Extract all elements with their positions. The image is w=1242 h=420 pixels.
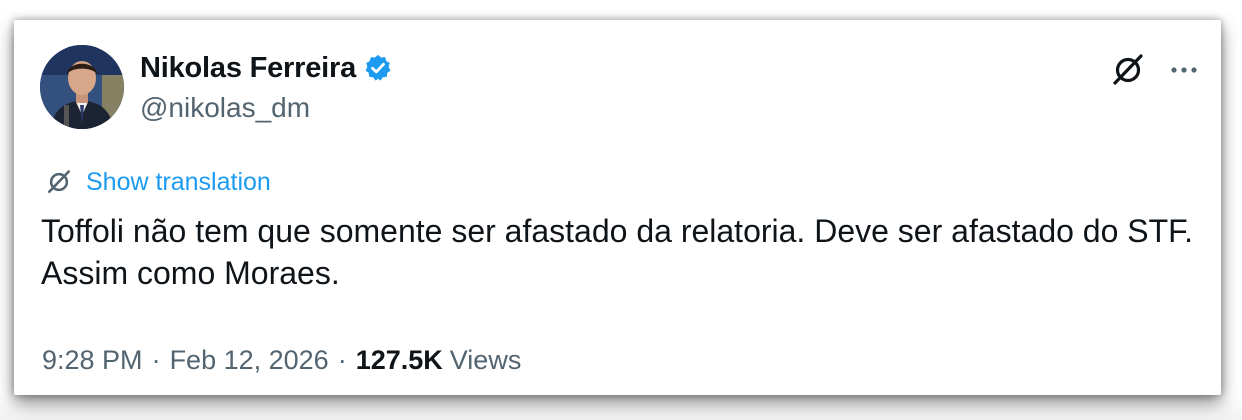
views-count: 127.5K <box>355 344 443 375</box>
tweet-card: Nikolas Ferreira @nikolas_dm Show transl… <box>14 20 1221 395</box>
show-translation-label: Show translation <box>86 167 271 196</box>
tweet-time[interactable]: 9:28 PM <box>42 345 143 376</box>
views-label: Views <box>449 344 522 375</box>
show-translation-link[interactable]: Show translation <box>44 165 271 199</box>
grok-icon <box>1113 54 1143 85</box>
avatar-photo <box>40 45 124 129</box>
author-name-row: Nikolas Ferreira <box>140 50 393 86</box>
author-handle[interactable]: @nikolas_dm <box>140 92 310 124</box>
tweet-meta: 9:28 PM · Feb 12, 2026 · 127.5K Views <box>42 342 521 378</box>
meta-separator: · <box>337 344 347 375</box>
more-icon <box>1171 67 1197 73</box>
verified-badge-icon <box>363 53 393 83</box>
more-options-button[interactable] <box>1164 50 1204 90</box>
author-display-name[interactable]: Nikolas Ferreira <box>140 52 356 85</box>
grok-icon <box>44 167 74 197</box>
meta-separator: · <box>151 344 161 375</box>
grok-button[interactable] <box>1108 50 1148 90</box>
avatar[interactable] <box>40 45 124 129</box>
tweet-date[interactable]: Feb 12, 2026 <box>170 345 329 376</box>
tweet-text: Toffoli não tem que somente ser afastado… <box>41 213 1194 291</box>
